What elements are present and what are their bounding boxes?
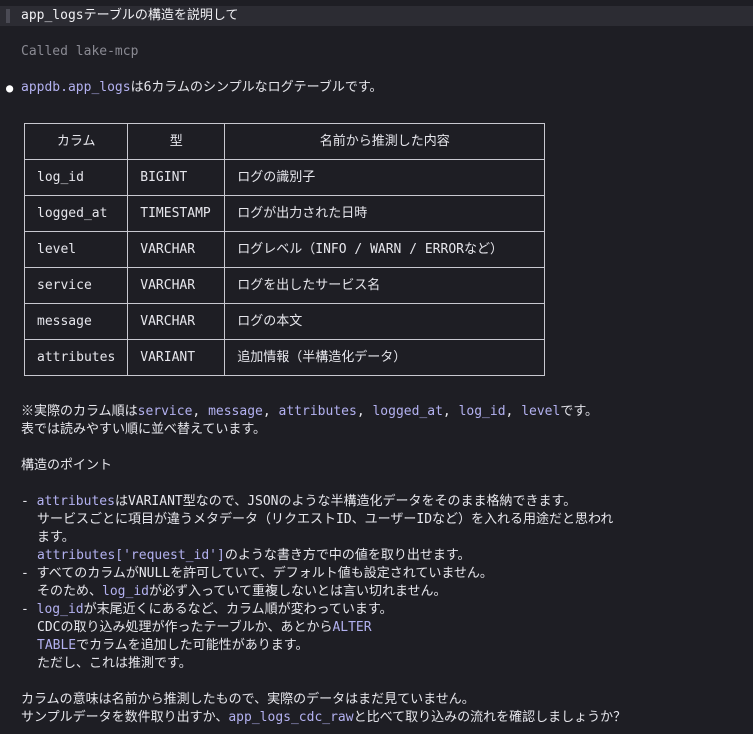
point-2-line2: そのため、log_idが必ず入っていて重複しないとは言い切れません。: [21, 583, 613, 601]
tool-call-label: Called lake-mcp: [21, 44, 139, 59]
points-heading: 構造のポイント: [21, 458, 113, 473]
point-3-code: log_id: [36, 602, 84, 617]
point-1-line4-text: のような書き方で中の値を取り出せます。: [224, 548, 471, 563]
user-prompt-bar: app_logsテーブルの構造を説明して: [0, 6, 753, 26]
order-note-prefix: ※実際のカラム順は: [21, 404, 138, 419]
cell-type: TIMESTAMP: [127, 195, 226, 232]
point-3-line4: ただし、これは推測です。: [37, 656, 192, 671]
point-3-line2: CDCの取り込み処理が作ったテーブルか、あとからALTER: [21, 619, 613, 637]
closing-pre: サンプルデータを数件取り出すか、: [21, 710, 229, 725]
point-3-code-alter: ALTER: [332, 620, 372, 635]
cell-meaning: ログを出したサービス名: [224, 267, 546, 304]
order-col-log-id: log_id: [458, 404, 506, 419]
closing-line2: サンプルデータを数件取り出すか、app_logs_cdc_rawと比べて取り込み…: [21, 709, 626, 727]
table-row: attributes VARIANT 追加情報（半構造化データ）: [23, 339, 546, 376]
prompt-marker: [6, 9, 10, 23]
schema-table: カラム 型 名前から推測した内容 log_id BIGINT ログの識別子 lo…: [23, 123, 546, 376]
order-col-message: message: [208, 404, 263, 419]
table-header-row: カラム 型 名前から推測した内容: [23, 123, 546, 160]
point-3-code-table: TABLE: [37, 638, 77, 653]
cell-meaning: ログが出力された日時: [224, 195, 546, 232]
cell-meaning: ログの本文: [224, 303, 546, 340]
order-col-attributes: attributes: [278, 404, 357, 419]
cell-column: attributes: [23, 339, 129, 376]
closing-post: と比べて取り込みの流れを確認しましょうか？: [353, 710, 627, 725]
summary-line: appdb.app_logsは6カラムのシンプルなログテーブルです。: [21, 79, 383, 97]
order-note-suffix: です。: [560, 404, 599, 419]
point-1-line4: attributes['request_id']のような書き方で中の値を取り出せ…: [21, 547, 613, 565]
summary-text: は6カラムのシンプルなログテーブルです。: [130, 80, 383, 95]
column-order-note: ※実際のカラム順はservice, message, attributes, l…: [21, 403, 598, 439]
point-1-line2: サービスごとに項目が違うメタデータ（リクエストID、ユーザーIDなど）を入れる用…: [37, 512, 614, 527]
closing-code: app_logs_cdc_raw: [228, 710, 354, 725]
closing-text: カラムの意味は名前から推測したもので、実際のデータはまだ見ていません。 サンプル…: [21, 691, 626, 727]
order-col-service: service: [137, 404, 193, 419]
header-column: カラム: [23, 123, 129, 160]
order-col-logged-at: logged_at: [372, 404, 443, 419]
order-sep: ,: [262, 404, 279, 419]
table-row: logged_at TIMESTAMP ログが出力された日時: [23, 195, 546, 232]
cell-column: logged_at: [23, 195, 129, 232]
cell-meaning: ログの識別子: [224, 159, 546, 196]
point-1-line1: - attributesはVARIANT型なので、JSONのような半構造化データ…: [21, 493, 613, 511]
order-col-level: level: [521, 404, 561, 419]
cell-type: VARIANT: [127, 339, 226, 376]
point-2-line1: - すべてのカラムがNULLを許可していて、デフォルト値も設定されていません。: [21, 566, 493, 581]
list-dash: -: [21, 494, 37, 509]
header-type: 型: [127, 123, 226, 160]
point-2-code: log_id: [102, 584, 149, 599]
order-sep: ,: [442, 404, 459, 419]
cell-column: message: [23, 303, 129, 340]
point-1-text: はVARIANT型なので、JSONのような半構造化データをそのまま格納できます。: [114, 494, 577, 509]
point-1-line3: ます。: [37, 530, 75, 545]
table-row: service VARCHAR ログを出したサービス名: [23, 267, 546, 304]
order-note-line1: ※実際のカラム順はservice, message, attributes, l…: [21, 403, 598, 421]
point-1-code-example: attributes['request_id']: [37, 548, 225, 563]
point-2-pre: そのため、: [37, 584, 103, 599]
order-sep: ,: [356, 404, 373, 419]
cell-type: VARCHAR: [127, 267, 226, 304]
user-prompt-text: app_logsテーブルの構造を説明して: [21, 8, 239, 23]
list-dash: -: [21, 602, 37, 617]
point-3-line1: - log_idが末尾近くにあるなど、カラム順が変わっています。: [21, 601, 613, 619]
cell-column: service: [23, 267, 129, 304]
point-3-post: でカラムを追加した可能性があります。: [76, 638, 309, 653]
table-row: log_id BIGINT ログの識別子: [23, 159, 546, 196]
closing-line1: カラムの意味は名前から推測したもので、実際のデータはまだ見ていません。: [21, 692, 475, 707]
cell-column: log_id: [23, 159, 129, 196]
cell-type: BIGINT: [127, 159, 226, 196]
point-2-post: が必ず入っていて重複しないとは言い切れません。: [148, 584, 447, 599]
point-1-code: attributes: [36, 494, 115, 509]
order-note-line2: 表では読みやすい順に並べ替えています。: [21, 422, 267, 437]
cell-meaning: ログレベル（INFO / WARN / ERRORなど）: [224, 231, 546, 268]
cell-type: VARCHAR: [127, 303, 226, 340]
point-3-text: が末尾近くにあるなど、カラム順が変わっています。: [83, 602, 393, 617]
header-meaning: 名前から推測した内容: [224, 123, 546, 160]
cell-column: level: [23, 231, 129, 268]
cell-type: VARCHAR: [127, 231, 226, 268]
order-sep: ,: [505, 404, 522, 419]
table-row: level VARCHAR ログレベル（INFO / WARN / ERRORな…: [23, 231, 546, 268]
points-list: - attributesはVARIANT型なので、JSONのような半構造化データ…: [21, 493, 613, 673]
summary-table-name: appdb.app_logs: [21, 80, 131, 95]
cell-meaning: 追加情報（半構造化データ）: [224, 339, 546, 376]
table-row: message VARCHAR ログの本文: [23, 303, 546, 340]
order-sep: ,: [192, 404, 209, 419]
bullet-dot-icon: ●: [6, 81, 14, 95]
point-3-line3: TABLEでカラムを追加した可能性があります。: [21, 637, 613, 655]
point-3-pre: CDCの取り込み処理が作ったテーブルか、あとから: [37, 620, 333, 635]
